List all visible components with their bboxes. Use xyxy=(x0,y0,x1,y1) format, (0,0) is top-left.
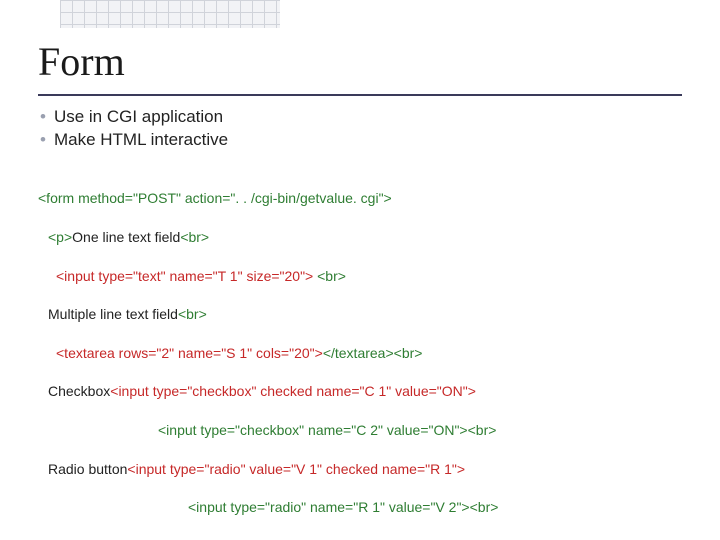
bullet-text: Make HTML interactive xyxy=(54,129,228,152)
bullet-dot-icon: • xyxy=(40,129,46,152)
code-span: <textarea rows="2" name="S 1" cols="20"> xyxy=(56,345,323,361)
code-span: <input type="checkbox" checked name="C 1… xyxy=(110,383,476,399)
code-span: <input type="text" name="T 1" size="20"> xyxy=(56,268,313,284)
decorative-grid xyxy=(60,0,280,28)
code-span: <br> xyxy=(178,306,207,322)
bullet-text: Use in CGI application xyxy=(54,106,223,129)
code-line: <input type="text" name="T 1" size="20">… xyxy=(56,267,698,286)
code-line: <input type="checkbox" name="C 2" value=… xyxy=(158,421,698,440)
code-span: <br> xyxy=(180,229,209,245)
code-block: <form method="POST" action=". . /cgi-bin… xyxy=(38,170,698,540)
code-span: Radio button xyxy=(48,461,127,477)
code-span: One line text field xyxy=(72,229,180,245)
code-span: <form method="POST" action=". . /cgi-bin… xyxy=(38,190,392,206)
code-span: <br> xyxy=(468,422,497,438)
code-span: <br> xyxy=(470,499,499,515)
title-underline xyxy=(38,94,682,96)
code-span: <p> xyxy=(48,229,72,245)
code-span: Checkbox xyxy=(48,383,110,399)
code-span: <input type="radio" name="R 1" value="V … xyxy=(188,499,470,515)
code-span: <br> xyxy=(394,345,423,361)
code-line: Multiple line text field<br> xyxy=(48,305,698,324)
bullet-list: • Use in CGI application • Make HTML int… xyxy=(40,106,228,152)
code-span: </textarea> xyxy=(323,345,394,361)
code-line: <form method="POST" action=". . /cgi-bin… xyxy=(38,189,698,208)
slide: Form • Use in CGI application • Make HTM… xyxy=(0,0,720,540)
bullet-dot-icon: • xyxy=(40,106,46,129)
code-line: Checkbox<input type="checkbox" checked n… xyxy=(48,382,698,401)
slide-title: Form xyxy=(38,38,125,85)
code-line: <textarea rows="2" name="S 1" cols="20">… xyxy=(56,344,698,363)
bullet-item: • Use in CGI application xyxy=(40,106,228,129)
bullet-item: • Make HTML interactive xyxy=(40,129,228,152)
code-line: <p>One line text field<br> xyxy=(48,228,698,247)
code-line: Radio button<input type="radio" value="V… xyxy=(48,460,698,479)
code-span: <input type="checkbox" name="C 2" value=… xyxy=(158,422,468,438)
code-span: <br> xyxy=(317,268,346,284)
code-span: <input type="radio" value="V 1" checked … xyxy=(127,461,465,477)
code-line: <input type="radio" name="R 1" value="V … xyxy=(188,498,698,517)
code-span: Multiple line text field xyxy=(48,306,178,322)
